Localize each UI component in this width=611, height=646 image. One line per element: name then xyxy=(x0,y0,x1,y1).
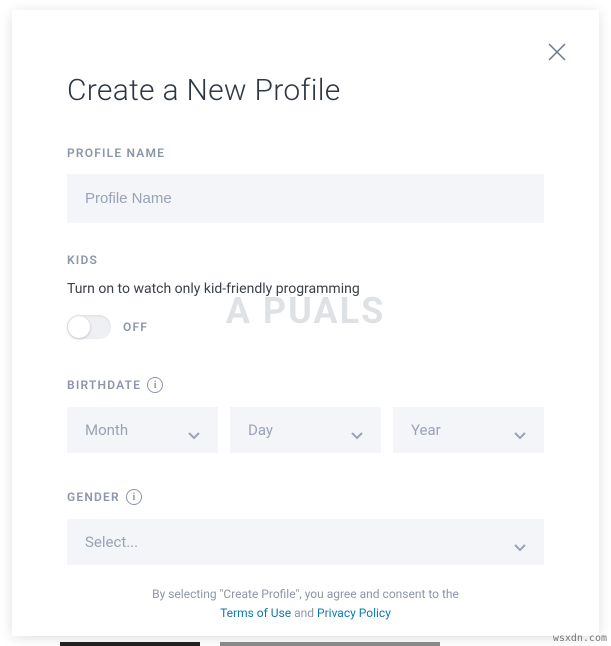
year-select-value: Year xyxy=(411,421,441,439)
birthdate-selects: Month Day Year xyxy=(67,407,544,453)
gender-select[interactable]: Select... xyxy=(67,519,544,565)
kids-description: Turn on to watch only kid-friendly progr… xyxy=(67,281,544,297)
decorative-bar xyxy=(60,642,200,646)
info-icon[interactable]: i xyxy=(147,377,163,393)
source-attribution: wsxdn.com xyxy=(553,633,607,644)
toggle-thumb xyxy=(68,316,90,338)
page-title: Create a New Profile xyxy=(67,73,544,108)
close-icon xyxy=(547,42,567,62)
birthdate-label: BIRTHDATE i xyxy=(67,377,544,393)
kids-label: KIDS xyxy=(67,253,544,267)
consent-and: and xyxy=(291,606,317,620)
gender-label-text: GENDER xyxy=(67,490,120,504)
birthdate-label-text: BIRTHDATE xyxy=(67,378,141,392)
month-select[interactable]: Month xyxy=(67,407,218,453)
close-button[interactable] xyxy=(545,40,569,64)
profile-name-input[interactable] xyxy=(67,174,544,223)
kids-toggle-state: OFF xyxy=(123,320,148,334)
chevron-down-icon xyxy=(514,426,526,434)
profile-name-label: PROFILE NAME xyxy=(67,146,544,160)
kids-toggle-wrapper: OFF xyxy=(67,315,544,339)
day-select-value: Day xyxy=(248,421,273,439)
decorative-bar xyxy=(220,642,440,646)
terms-link[interactable]: Terms of Use xyxy=(220,606,291,620)
chevron-down-icon xyxy=(188,426,200,434)
chevron-down-icon xyxy=(351,426,363,434)
privacy-link[interactable]: Privacy Policy xyxy=(317,606,391,620)
kids-toggle[interactable] xyxy=(67,315,111,339)
consent-text: By selecting "Create Profile", you agree… xyxy=(67,585,544,623)
month-select-value: Month xyxy=(85,421,128,439)
info-icon[interactable]: i xyxy=(126,489,142,505)
chevron-down-icon xyxy=(514,538,526,546)
gender-label: GENDER i xyxy=(67,489,544,505)
create-profile-modal: Create a New Profile PROFILE NAME KIDS T… xyxy=(12,10,599,636)
gender-select-value: Select... xyxy=(85,533,138,551)
consent-prefix: By selecting "Create Profile", you agree… xyxy=(152,587,459,601)
year-select[interactable]: Year xyxy=(393,407,544,453)
day-select[interactable]: Day xyxy=(230,407,381,453)
